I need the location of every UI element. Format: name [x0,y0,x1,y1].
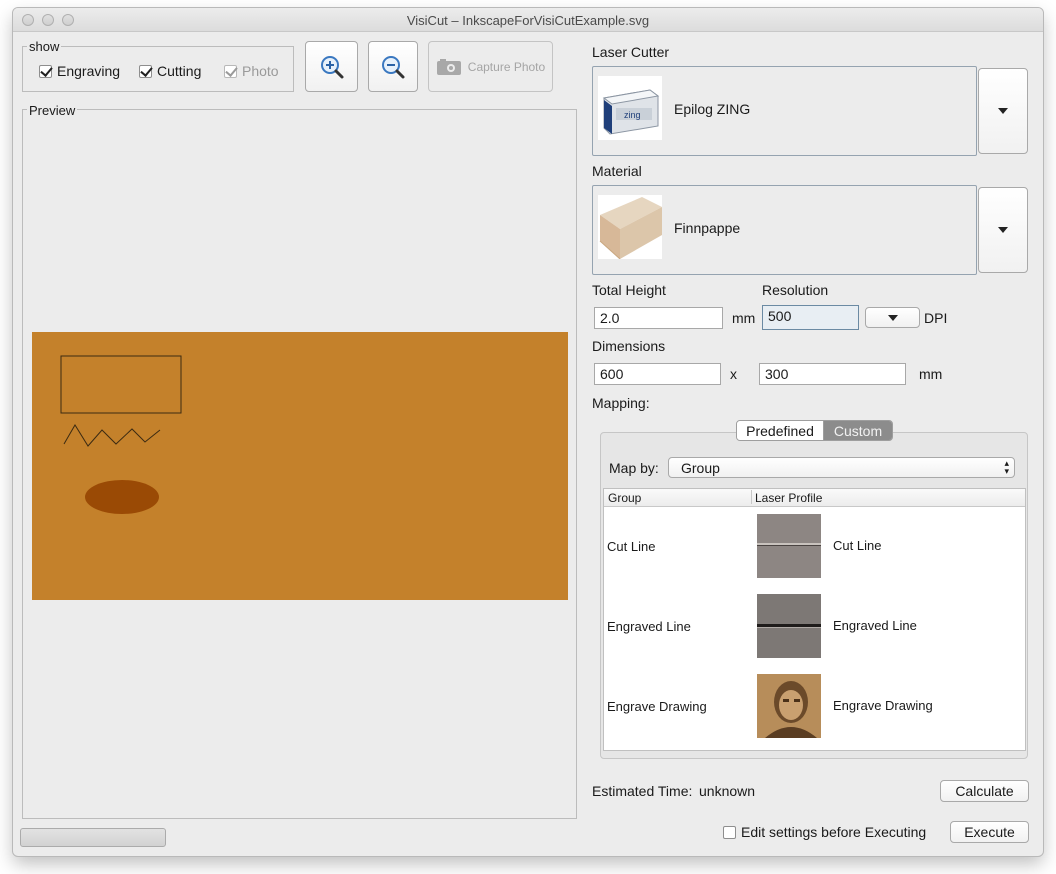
engraving-label: Engraving [57,63,121,79]
tab-custom[interactable]: Custom [824,421,892,440]
cutting-label: Cutting [157,63,202,79]
material-name: Finnpappe [674,220,741,236]
column-header-laser-profile[interactable]: Laser Profile [755,491,822,505]
dimension-height-input[interactable]: 300 [759,363,906,385]
mapping-tabs: Predefined Custom [736,420,893,441]
edit-settings-check-icon[interactable] [723,825,736,839]
dimension-width-input[interactable]: 600 [594,363,721,385]
material-board [32,332,568,600]
engrave-drawing-sample-image [757,674,821,738]
engraving-check-icon[interactable] [39,64,52,78]
mapping-label: Mapping: [592,395,650,411]
tab-predefined[interactable]: Predefined [737,421,824,440]
title-bar: VisiCut – InkscapeForVisiCutExample.svg [13,8,1043,32]
calculate-button[interactable]: Calculate [940,780,1029,802]
preview-canvas[interactable] [32,332,568,600]
cut-line-sample-image [757,514,821,578]
progress-bar [20,828,166,847]
row-group-name: Cut Line [607,539,656,554]
estimated-time-value: unknown [699,783,756,799]
cutting-checkbox[interactable]: Cutting [139,63,201,79]
chevron-down-icon [998,108,1008,114]
preview-legend: Preview [27,103,78,118]
edit-settings-checkbox[interactable]: Edit settings before Executing [723,824,926,840]
row-profile-name: Engrave Drawing [833,698,933,713]
engraved-ellipse [85,480,159,514]
total-height-unit: mm [732,310,756,326]
row-profile-name: Cut Line [833,538,882,553]
column-divider[interactable] [751,490,752,504]
row-group-name: Engraved Line [607,619,691,634]
dimension-separator: x [730,366,737,382]
material-dropdown-button[interactable] [978,187,1028,273]
photo-check-icon[interactable] [224,64,237,78]
total-height-input[interactable]: 2.0 [594,307,723,329]
dimensions-label: Dimensions [592,338,666,354]
laser-cutter-thumbnail: zing [598,76,662,140]
photo-label: Photo [242,63,279,79]
resolution-dropdown-button[interactable] [865,307,920,328]
mapping-table-header: Group Laser Profile [604,489,1025,507]
execute-button[interactable]: Execute [950,821,1029,843]
engraved-line-sample-image [757,594,821,658]
engraving-checkbox[interactable]: Engraving [39,63,120,79]
updown-arrows-icon: ▴ ▾ [1004,458,1009,476]
camera-icon [436,58,461,75]
zoom-in-icon [320,55,343,78]
mapping-table: Group Laser Profile Cut Line Cut Line En… [603,488,1026,751]
estimated-time-label: Estimated Time: [592,783,693,799]
show-legend: show [27,39,62,54]
cutting-check-icon[interactable] [139,64,152,78]
capture-photo-button[interactable]: Capture Photo [428,41,553,92]
dimension-unit: mm [919,366,943,382]
resolution-input[interactable]: 500 [762,305,859,330]
edit-settings-label: Edit settings before Executing [741,824,927,840]
capture-photo-label: Capture Photo [467,59,546,74]
row-profile-name: Engraved Line [833,618,917,633]
material-selector[interactable]: Finnpappe [592,185,977,275]
window-title: VisiCut – InkscapeForVisiCutExample.svg [406,13,650,28]
total-height-label: Total Height [592,282,666,298]
column-header-group[interactable]: Group [608,491,641,505]
resolution-unit: DPI [924,310,948,326]
map-by-label: Map by: [609,460,659,476]
chevron-down-icon [887,314,898,321]
laser-cutter-dropdown-button[interactable] [978,68,1028,154]
laser-cutter-label: Laser Cutter [592,44,670,60]
zoom-out-icon [382,55,405,78]
material-label: Material [592,163,642,179]
app-window: VisiCut – InkscapeForVisiCutExample.svg … [13,8,1043,856]
map-by-value: Group [681,459,720,476]
laser-cutter-name: Epilog ZING [674,101,751,117]
row-group-name: Engrave Drawing [607,699,707,714]
photo-checkbox[interactable]: Photo [224,63,279,79]
svg-text:zing: zing [624,110,641,120]
resolution-label: Resolution [762,282,829,298]
laser-cutter-selector[interactable]: zing Epilog ZING [592,66,977,156]
zoom-in-button[interactable] [305,41,358,92]
chevron-down-icon [998,227,1008,233]
zoom-out-button[interactable] [368,41,418,92]
map-by-select[interactable]: Group ▴ ▾ [668,457,1015,478]
material-thumbnail [598,195,662,259]
